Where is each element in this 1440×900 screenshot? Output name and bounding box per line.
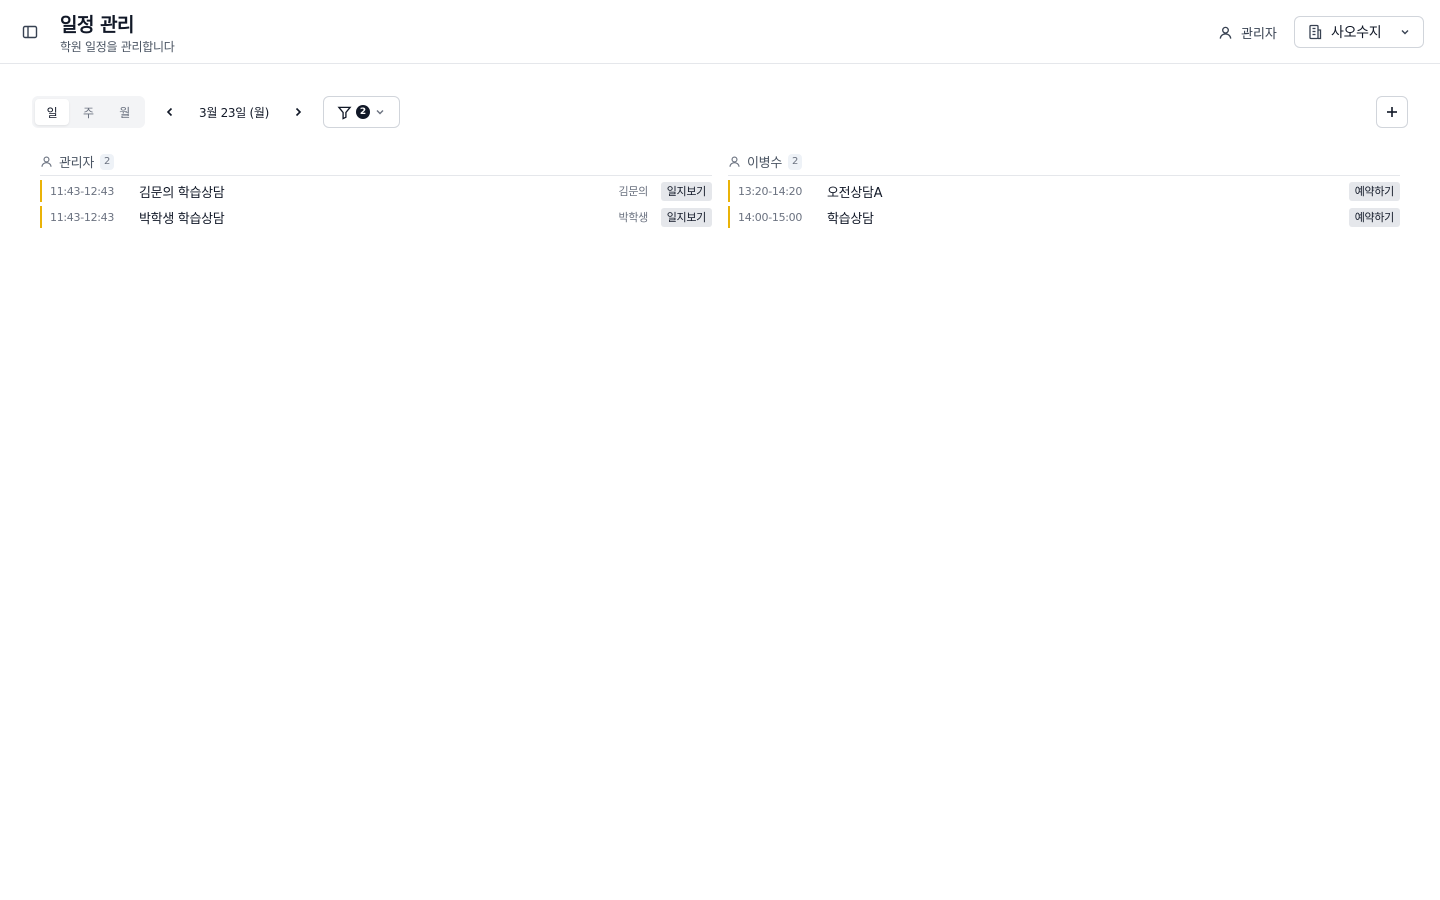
- plus-icon: [1387, 107, 1397, 117]
- book-button[interactable]: 예약하기: [1348, 207, 1400, 227]
- event-row[interactable]: 13:20-14:20 오전상담A 예약하기: [728, 180, 1400, 202]
- current-date-label: 3월 23일 (월): [198, 106, 270, 120]
- event-list: 13:20-14:20 오전상담A 예약하기 14:00-15:00 학습상담 …: [728, 176, 1400, 228]
- user-role-label: 관리자: [1241, 26, 1277, 42]
- view-day-button[interactable]: 일: [35, 99, 70, 125]
- event-time: 14:00-15:00: [738, 210, 803, 224]
- event-time: 13:20-14:20: [738, 184, 803, 198]
- previous-date-button[interactable]: [160, 102, 180, 122]
- branch-select-label: 사오수지: [1331, 25, 1382, 41]
- filter-icon: [337, 106, 352, 120]
- view-month-button[interactable]: 월: [108, 99, 142, 125]
- schedule-column: 관리자 2 11:43-12:43 김문의 학습상담 김문의 일지보기 11:4…: [40, 150, 712, 232]
- event-student-name: 박학생: [618, 211, 649, 224]
- event-row[interactable]: 11:43-12:43 박학생 학습상담 박학생 일지보기: [40, 206, 712, 228]
- filter-button[interactable]: 2: [323, 96, 400, 128]
- view-mode-toggle: 일 주 월: [32, 96, 145, 128]
- view-week-button[interactable]: 주: [71, 99, 105, 125]
- event-title: 박학생 학습상담: [139, 211, 225, 227]
- event-student-name: 김문의: [618, 185, 649, 198]
- event-list: 11:43-12:43 김문의 학습상담 김문의 일지보기 11:43-12:4…: [40, 176, 712, 228]
- page-header: 일정 관리 학원 일정을 관리합니다 관리자 사오수지: [0, 0, 1440, 64]
- next-date-button[interactable]: [288, 102, 308, 122]
- view-log-button[interactable]: 일지보기: [660, 181, 712, 201]
- add-schedule-button[interactable]: [1376, 96, 1408, 128]
- book-button[interactable]: 예약하기: [1348, 181, 1400, 201]
- branch-select[interactable]: 사오수지: [1294, 16, 1424, 48]
- page-subtitle: 학원 일정을 관리합니다: [60, 40, 175, 54]
- event-row[interactable]: 11:43-12:43 김문의 학습상담 김문의 일지보기: [40, 180, 712, 202]
- chevron-down-icon: [376, 110, 384, 115]
- sidebar-toggle-button[interactable]: [20, 22, 40, 42]
- chevron-down-icon: [1401, 30, 1409, 35]
- column-event-count: 2: [99, 153, 115, 170]
- event-time: 11:43-12:43: [50, 184, 115, 198]
- page-title: 일정 관리: [60, 14, 135, 36]
- event-title: 학습상담: [827, 211, 874, 227]
- column-header: 이병수 2: [728, 150, 1400, 176]
- column-staff-name: 이병수: [747, 156, 782, 171]
- event-title: 오전상담A: [827, 185, 883, 201]
- filter-count-badge: 2: [356, 105, 370, 119]
- event-time: 11:43-12:43: [50, 210, 115, 224]
- user-icon: [41, 156, 52, 167]
- column-staff-name: 관리자: [59, 156, 94, 171]
- event-title: 김문의 학습상담: [139, 185, 225, 201]
- user-icon: [729, 156, 740, 167]
- user-icon: [1219, 26, 1232, 39]
- column-header: 관리자 2: [40, 150, 712, 176]
- sidebar-toggle-icon: [22, 25, 38, 39]
- building-icon: [1309, 24, 1322, 40]
- schedule-column: 이병수 2 13:20-14:20 오전상담A 예약하기 14:00-15:00…: [728, 150, 1400, 232]
- chevron-left-icon: [166, 107, 173, 117]
- column-event-count: 2: [787, 153, 803, 170]
- event-row[interactable]: 14:00-15:00 학습상담 예약하기: [728, 206, 1400, 228]
- chevron-right-icon: [295, 107, 302, 117]
- current-user: 관리자: [1218, 23, 1277, 42]
- view-log-button[interactable]: 일지보기: [660, 207, 712, 227]
